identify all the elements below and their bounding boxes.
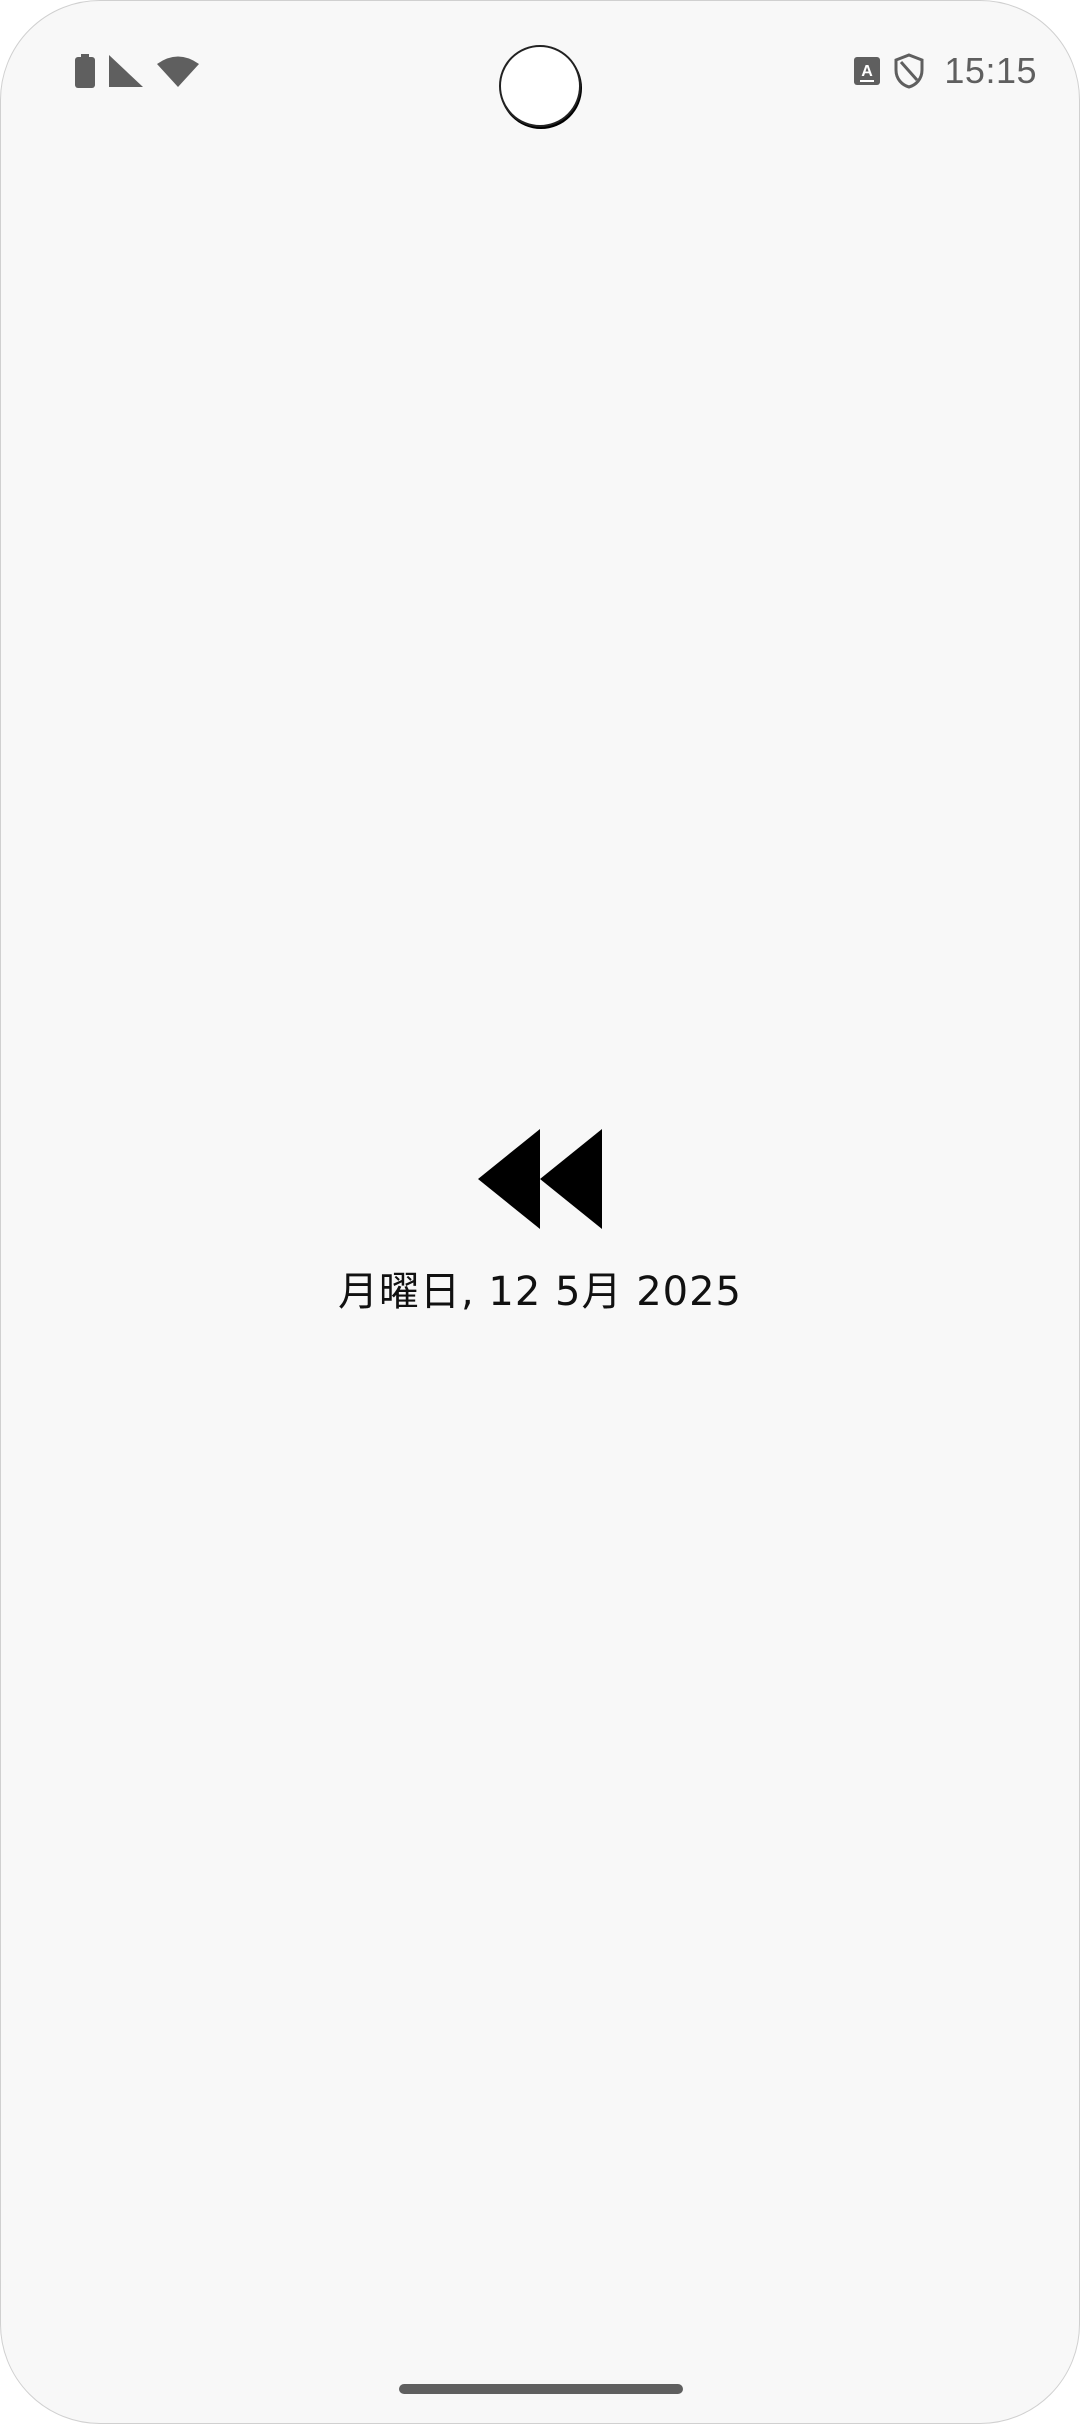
- signal-icon: [109, 55, 143, 87]
- keyboard-a-icon: A: [854, 57, 881, 85]
- status-right-icons: A 15:15: [854, 49, 1037, 93]
- main-content: 月曜日, 12 5月 2025: [1, 1129, 1079, 1317]
- status-clock: 15:15: [944, 50, 1037, 91]
- date-label: 月曜日, 12 5月 2025: [337, 1269, 742, 1315]
- navigation-handle[interactable]: [399, 2384, 683, 2394]
- status-bar: A 15:15: [1, 1, 1079, 141]
- phone-screen: A 15:15 月曜日, 12 5月 2025: [0, 0, 1080, 2424]
- camera-cutout: [499, 45, 581, 127]
- svg-text:A: A: [862, 63, 874, 80]
- rewind-icon[interactable]: [478, 1129, 602, 1229]
- wifi-icon: [157, 55, 199, 87]
- shield-icon: [894, 53, 924, 89]
- status-left-icons: [75, 53, 199, 89]
- battery-icon: [75, 54, 95, 88]
